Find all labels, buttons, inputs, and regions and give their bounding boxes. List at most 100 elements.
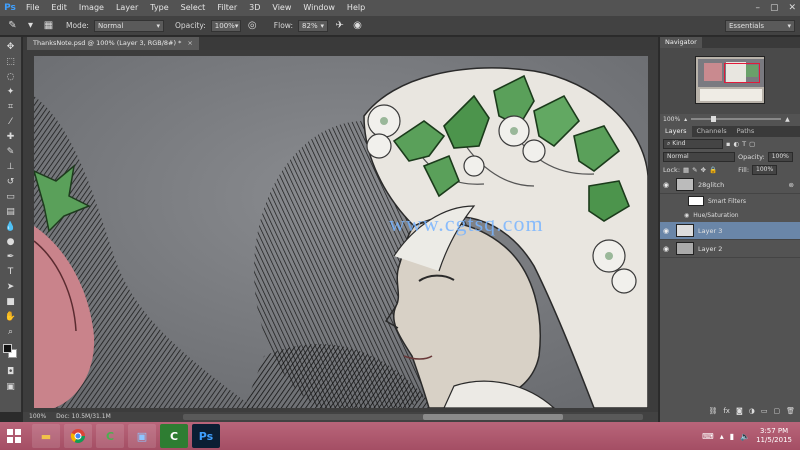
visibility-eye-icon[interactable]: ◉ [660, 245, 672, 253]
magic-wand-tool-icon[interactable]: ✦ [4, 86, 18, 98]
clone-stamp-tool-icon[interactable]: ⊥ [4, 161, 18, 173]
brush-preset-icon[interactable]: ✎ [6, 19, 19, 32]
menu-file[interactable]: File [20, 0, 45, 16]
lock-pixels-icon[interactable]: ✎ [692, 166, 697, 174]
horizontal-scrollbar[interactable] [183, 414, 643, 420]
filter-shape-icon[interactable]: ▢ [749, 140, 755, 148]
navigator-thumbnail[interactable] [695, 56, 765, 104]
visibility-eye-icon[interactable]: ◉ [684, 212, 689, 219]
tab-navigator[interactable]: Navigator [660, 37, 702, 48]
screen-capture-icon[interactable]: ▣ [128, 424, 156, 448]
layer-row-selected[interactable]: ◉ Layer 3 [660, 222, 800, 240]
type-tool-icon[interactable]: T [4, 266, 18, 278]
gradient-tool-icon[interactable]: ▤ [4, 206, 18, 218]
scrollbar-thumb[interactable] [423, 414, 563, 420]
tab-channels[interactable]: Channels [692, 126, 732, 137]
menu-type[interactable]: Type [144, 0, 174, 16]
maximize-button[interactable]: ▢ [770, 3, 779, 13]
file-explorer-icon[interactable]: ▬ [32, 424, 60, 448]
screen-mode-icon[interactable]: ▣ [4, 381, 18, 393]
airbrush-icon[interactable]: ✈ [333, 19, 346, 32]
brush-panel-toggle-icon[interactable]: ▦ [42, 19, 55, 32]
chrome-icon[interactable] [64, 424, 92, 448]
menu-help[interactable]: Help [341, 0, 371, 16]
flow-field[interactable]: 82% ▾ [298, 19, 329, 32]
zoom-status[interactable]: 100% [29, 412, 46, 422]
zoom-tool-icon[interactable]: ⌕ [4, 326, 18, 338]
lasso-tool-icon[interactable]: ◌ [4, 71, 18, 83]
tab-layers[interactable]: Layers [660, 126, 692, 137]
pressure-opacity-icon[interactable]: ◎ [246, 19, 259, 32]
lock-all-icon[interactable]: 🔒 [709, 166, 717, 174]
eraser-tool-icon[interactable]: ▭ [4, 191, 18, 203]
clock[interactable]: 3:57 PM 11/5/2015 [756, 427, 792, 445]
new-layer-icon[interactable]: ▢ [773, 407, 780, 418]
hue-saturation-row[interactable]: ◉ Hue/Saturation [660, 208, 800, 222]
brush-size-picker-icon[interactable]: ▾ [24, 19, 37, 32]
menu-filter[interactable]: Filter [211, 0, 243, 16]
dodge-tool-icon[interactable]: ● [4, 236, 18, 248]
blur-tool-icon[interactable]: 💧 [4, 221, 18, 233]
navigator-zoom-slider[interactable] [691, 116, 782, 122]
history-brush-tool-icon[interactable]: ↺ [4, 176, 18, 188]
camtasia-icon[interactable]: C [96, 424, 124, 448]
layer-kind-select[interactable]: ⌕ Kind [663, 138, 723, 149]
eyedropper-tool-icon[interactable]: ⁄ [4, 116, 18, 128]
mask-icon[interactable]: ◙ [736, 407, 743, 418]
color-swatches[interactable] [0, 341, 22, 363]
zoom-out-icon[interactable]: ▴ [684, 116, 687, 123]
document-tab[interactable]: ThanksNote.psd @ 100% (Layer 3, RGB/8#) … [27, 37, 199, 50]
mode-select[interactable]: Normal ▾ [93, 19, 164, 32]
adjustment-icon[interactable]: ◑ [749, 407, 755, 418]
hand-tool-icon[interactable]: ✋ [4, 311, 18, 323]
menu-select[interactable]: Select [175, 0, 212, 16]
brush-tool-icon[interactable]: ✎ [4, 146, 18, 158]
layer-opacity-field[interactable]: 100% [767, 151, 793, 162]
link-icon[interactable]: ⛓ [708, 407, 717, 418]
crop-tool-icon[interactable]: ⌗ [4, 101, 18, 113]
navigator-preview[interactable] [660, 48, 800, 114]
visibility-eye-icon[interactable]: ◉ [660, 227, 672, 235]
menu-window[interactable]: Window [297, 0, 341, 16]
start-button[interactable] [0, 422, 28, 450]
camtasia-recorder-icon[interactable]: C [160, 424, 188, 448]
marquee-tool-icon[interactable]: ⬚ [4, 56, 18, 68]
healing-brush-tool-icon[interactable]: ✚ [4, 131, 18, 143]
menu-view[interactable]: View [266, 0, 297, 16]
lock-position-icon[interactable]: ✥ [701, 166, 706, 174]
lock-transparent-icon[interactable]: ▦ [683, 166, 689, 174]
photoshop-icon[interactable]: Ps [192, 424, 220, 448]
folder-icon[interactable]: ▭ [761, 407, 768, 418]
menu-3d[interactable]: 3D [243, 0, 266, 16]
pen-tool-icon[interactable]: ✒ [4, 251, 18, 263]
doc-size-status[interactable]: Doc: 10.5M/31.1M [56, 412, 111, 422]
layer-row[interactable]: ◉ Layer 2 [660, 240, 800, 258]
menu-layer[interactable]: Layer [110, 0, 144, 16]
filter-adjust-icon[interactable]: ◐ [733, 140, 739, 148]
move-tool-icon[interactable]: ✥ [4, 41, 18, 53]
volume-icon[interactable]: 🔈 [740, 432, 750, 441]
close-button[interactable]: ✕ [788, 3, 796, 13]
fill-field[interactable]: 100% [752, 164, 778, 175]
photoshop-logo-icon[interactable]: Ps [0, 0, 20, 16]
minimize-button[interactable]: – [755, 3, 760, 13]
menu-image[interactable]: Image [73, 0, 110, 16]
fx-icon[interactable]: fx [723, 407, 730, 418]
trash-icon[interactable]: 🗑 [786, 407, 795, 418]
opacity-field[interactable]: 100% ▾ [210, 19, 241, 32]
tab-paths[interactable]: Paths [732, 126, 760, 137]
navigator-zoom-value[interactable]: 100% [663, 116, 680, 123]
arrow-up-icon[interactable]: ▴ [720, 432, 724, 441]
artwork-canvas[interactable]: www.cgtsq.com [34, 56, 648, 408]
navigator-view-frame[interactable] [724, 63, 760, 83]
path-selection-tool-icon[interactable]: ➤ [4, 281, 18, 293]
zoom-in-icon[interactable]: ▲ [785, 116, 790, 123]
menu-edit[interactable]: Edit [45, 0, 73, 16]
keyboard-icon[interactable]: ⌨ [702, 432, 714, 441]
visibility-eye-icon[interactable]: ◉ [660, 181, 672, 189]
filter-pixel-icon[interactable]: ▪ [726, 140, 730, 148]
blend-mode-select[interactable]: Normal [663, 151, 735, 162]
filter-type-icon[interactable]: T [742, 140, 746, 148]
quick-mask-icon[interactable]: ◘ [4, 366, 18, 378]
network-icon[interactable]: ▮ [730, 432, 734, 441]
